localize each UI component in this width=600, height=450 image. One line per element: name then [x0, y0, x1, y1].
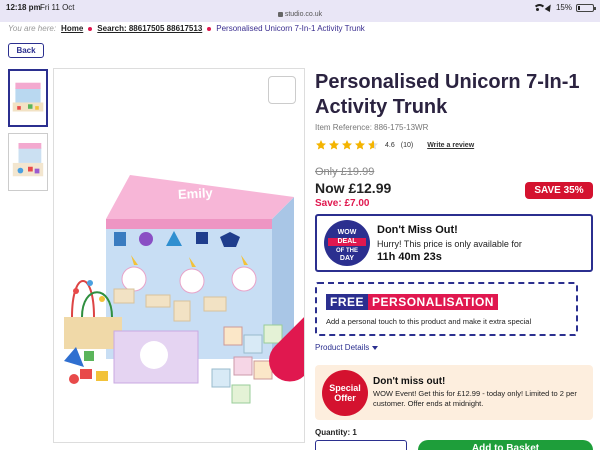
wow-badge-line3: OF THE	[336, 248, 358, 254]
rating-stars	[315, 139, 379, 151]
star-icon	[316, 140, 326, 150]
free-label: FREE	[326, 294, 369, 310]
chevron-down-icon	[372, 345, 379, 350]
lid-name-text: Emily	[177, 185, 214, 202]
url-text: studio.co.uk	[284, 11, 323, 18]
wifi-icon	[532, 4, 546, 11]
personalisation-label: PERSONALISATION	[368, 294, 498, 310]
rating-row: 4.6 (10) Write a review	[315, 139, 474, 151]
star-icon	[355, 140, 365, 150]
was-price: Only £19.99	[315, 166, 375, 178]
breadcrumb-home[interactable]: Home	[61, 24, 83, 33]
breadcrumb-current: Personalised Unicorn 7-In-1 Activity Tru…	[216, 24, 365, 33]
offer-heading: Don't miss out!	[373, 376, 446, 387]
special-offer-panel: Special Offer Don't miss out! WOW Event!…	[315, 365, 593, 420]
zoom-button[interactable]	[268, 76, 304, 382]
thumbnail-image	[10, 71, 46, 125]
offer-badge-line1: Special	[329, 383, 361, 393]
status-bar: 12:18 pm Fri 11 Oct studio.co.uk 15%	[0, 0, 600, 22]
breadcrumb-prefix: You are here:	[8, 24, 57, 33]
thumbnail-1[interactable]	[8, 69, 48, 127]
save-amount: Save: £7.00	[315, 198, 370, 209]
thumbnail-2[interactable]	[8, 133, 48, 191]
wow-subtext: Hurry! This price is only available for	[377, 239, 522, 249]
wow-badge-line2: DEAL	[328, 238, 366, 246]
wow-deal-badge: WOW DEAL OF THE DAY	[324, 220, 370, 266]
product-details-toggle[interactable]: Product Details	[315, 343, 379, 352]
lock-icon	[277, 11, 283, 17]
wow-badge-line1: WOW	[337, 229, 357, 236]
wow-badge-line4: DAY	[339, 255, 355, 262]
write-review-link[interactable]: Write a review	[427, 142, 474, 149]
back-button[interactable]: Back	[8, 43, 44, 58]
add-to-basket-button[interactable]: Add to Basket	[418, 440, 593, 450]
address-bar[interactable]: studio.co.uk	[0, 11, 600, 18]
battery-icon	[576, 3, 596, 12]
breadcrumb-separator-icon	[207, 26, 212, 31]
unicorn-trunk-illustration	[54, 69, 304, 442]
save-percent-badge: SAVE 35%	[525, 182, 593, 199]
zoom-in-icon	[269, 317, 304, 382]
breadcrumb-separator-icon	[88, 26, 93, 31]
product-details-label: Product Details	[315, 343, 370, 352]
thumbnail-image	[9, 134, 47, 190]
countdown-timer: 11h 40m 23s	[377, 251, 442, 263]
breadcrumb: You are here: Home Search: 88617505 8861…	[8, 24, 365, 33]
breadcrumb-search[interactable]: Search: 88617505 88617513	[97, 24, 202, 33]
rating-count: (10)	[400, 141, 414, 149]
quantity-selector[interactable]	[315, 440, 407, 450]
personalisation-title: FREE PERSONALISATION	[326, 294, 498, 310]
star-icon	[329, 140, 339, 150]
star-icon	[368, 140, 378, 150]
wow-deal-panel: WOW DEAL OF THE DAY Don't Miss Out! Hurr…	[315, 214, 593, 272]
wow-heading: Don't Miss Out!	[377, 224, 458, 236]
product-main-image[interactable]: Emily	[53, 68, 305, 443]
personalisation-description: Add a personal touch to this product and…	[326, 317, 532, 326]
offer-badge-line2: Offer	[334, 393, 356, 403]
product-title: Personalised Unicorn 7-In-1 Activity Tru…	[315, 71, 580, 118]
special-offer-badge: Special Offer	[322, 370, 368, 416]
star-icon	[342, 140, 352, 150]
quantity-label: Quantity: 1	[315, 428, 357, 437]
now-price: Now £12.99	[315, 180, 392, 196]
item-reference: Item Reference: 886-175-13WR	[315, 123, 429, 132]
rating-value: 4.6	[385, 141, 395, 149]
offer-text: WOW Event! Get this for £12.99 - today o…	[373, 389, 577, 408]
free-personalisation-panel: FREE PERSONALISATION Add a personal touc…	[315, 282, 578, 336]
battery-percent: 15%	[555, 3, 572, 12]
